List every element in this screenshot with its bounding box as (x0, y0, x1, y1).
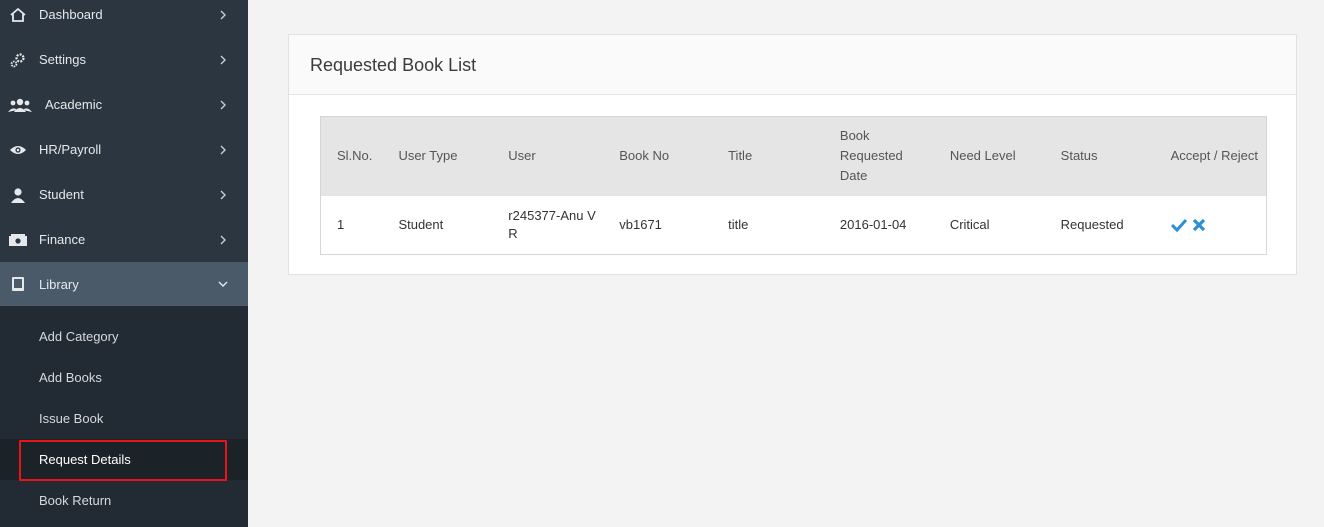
action-buttons (1170, 217, 1266, 233)
table-row: 1 Student r245377-Anu V R vb1671 title 2… (321, 196, 1267, 255)
sidebar-item-label: Settings (39, 52, 86, 67)
user-icon (8, 186, 28, 204)
sidebar-item-label: Student (39, 187, 84, 202)
cell-need-level: Critical (949, 216, 990, 232)
sidebar: Dashboard Settings Academic HR/Payroll S… (0, 0, 248, 527)
cell-status: Requested (1060, 216, 1124, 232)
gears-icon (8, 51, 28, 69)
sidebar-item-label: Finance (39, 232, 86, 247)
chevron-right-icon (216, 233, 230, 247)
sidebar-item-label: HR/Payroll (39, 142, 102, 157)
requested-books-table: Sl.No. User Type User Book No Title Book… (320, 116, 1267, 255)
submenu-item-label: Add Category (39, 329, 119, 344)
column-header-requested-date-label: Book Requested Date (839, 128, 903, 184)
chevron-right-icon (216, 8, 230, 22)
reject-x-icon[interactable] (1191, 217, 1207, 233)
chevron-right-icon (216, 98, 230, 112)
column-header-user: User (508, 148, 536, 164)
column-header-book-no: Book No (619, 148, 670, 164)
eye-icon (8, 141, 28, 159)
sidebar-item-settings[interactable]: Settings (0, 37, 248, 82)
submenu-item-request-details[interactable]: Request Details (0, 439, 248, 480)
cell-book-no: vb1671 (619, 216, 662, 232)
home-icon (8, 6, 28, 24)
table-header-row: Sl.No. User Type User Book No Title Book… (320, 116, 1267, 196)
sidebar-item-label: Library (39, 276, 79, 292)
submenu-item-label: Add Books (39, 370, 102, 385)
cell-user-text: r245377-Anu V R (508, 207, 596, 241)
cell-requested-date: 2016-01-04 (839, 216, 907, 232)
cell-title: title (728, 216, 749, 232)
sidebar-item-hr-payroll[interactable]: HR/Payroll (0, 127, 248, 172)
panel-title: Requested Book List (310, 55, 477, 75)
sidebar-item-finance[interactable]: Finance (0, 217, 248, 262)
sidebar-item-library[interactable]: Library (0, 262, 248, 306)
money-icon (8, 231, 28, 249)
column-header-status: Status (1060, 148, 1098, 164)
accept-check-icon[interactable] (1170, 217, 1187, 233)
submenu-item-book-return[interactable]: Book Return (0, 480, 248, 521)
chevron-right-icon (216, 188, 230, 202)
chevron-right-icon (216, 143, 230, 157)
column-header-sl-no: Sl.No. (337, 148, 373, 164)
chevron-right-icon (216, 53, 230, 67)
cell-sl-no: 1 (337, 216, 345, 232)
column-header-need-level: Need Level (949, 148, 1016, 164)
column-header-user-type: User Type (398, 148, 458, 164)
submenu-item-label: Book Return (39, 493, 112, 508)
submenu-item-issue-book[interactable]: Issue Book (0, 398, 248, 439)
column-header-accept-reject: Accept / Reject (1170, 148, 1258, 164)
chevron-down-icon (216, 277, 230, 291)
cell-user: r245377-Anu V R (508, 196, 619, 255)
cell-actions (1170, 196, 1267, 255)
panel-header: Requested Book List (289, 35, 1296, 95)
sidebar-item-dashboard[interactable]: Dashboard (0, 0, 248, 37)
column-header-title: Title (728, 148, 753, 164)
sidebar-item-student[interactable]: Student (0, 172, 248, 217)
sidebar-item-academic[interactable]: Academic (0, 82, 248, 127)
submenu-item-label: Issue Book (39, 411, 104, 426)
sidebar-item-label: Academic (45, 97, 103, 112)
column-header-requested-date: Book Requested Date (840, 117, 950, 196)
sidebar-item-label: Dashboard (39, 7, 103, 22)
users-icon (8, 96, 32, 114)
submenu-item-add-books[interactable]: Add Books (0, 357, 248, 398)
book-icon (8, 275, 28, 293)
requested-book-panel: Requested Book List Sl.No. User Type Use… (288, 34, 1297, 275)
submenu-item-add-category[interactable]: Add Category (0, 316, 248, 357)
submenu-item-label: Request Details (39, 452, 131, 467)
cell-user-type: Student (398, 216, 444, 232)
